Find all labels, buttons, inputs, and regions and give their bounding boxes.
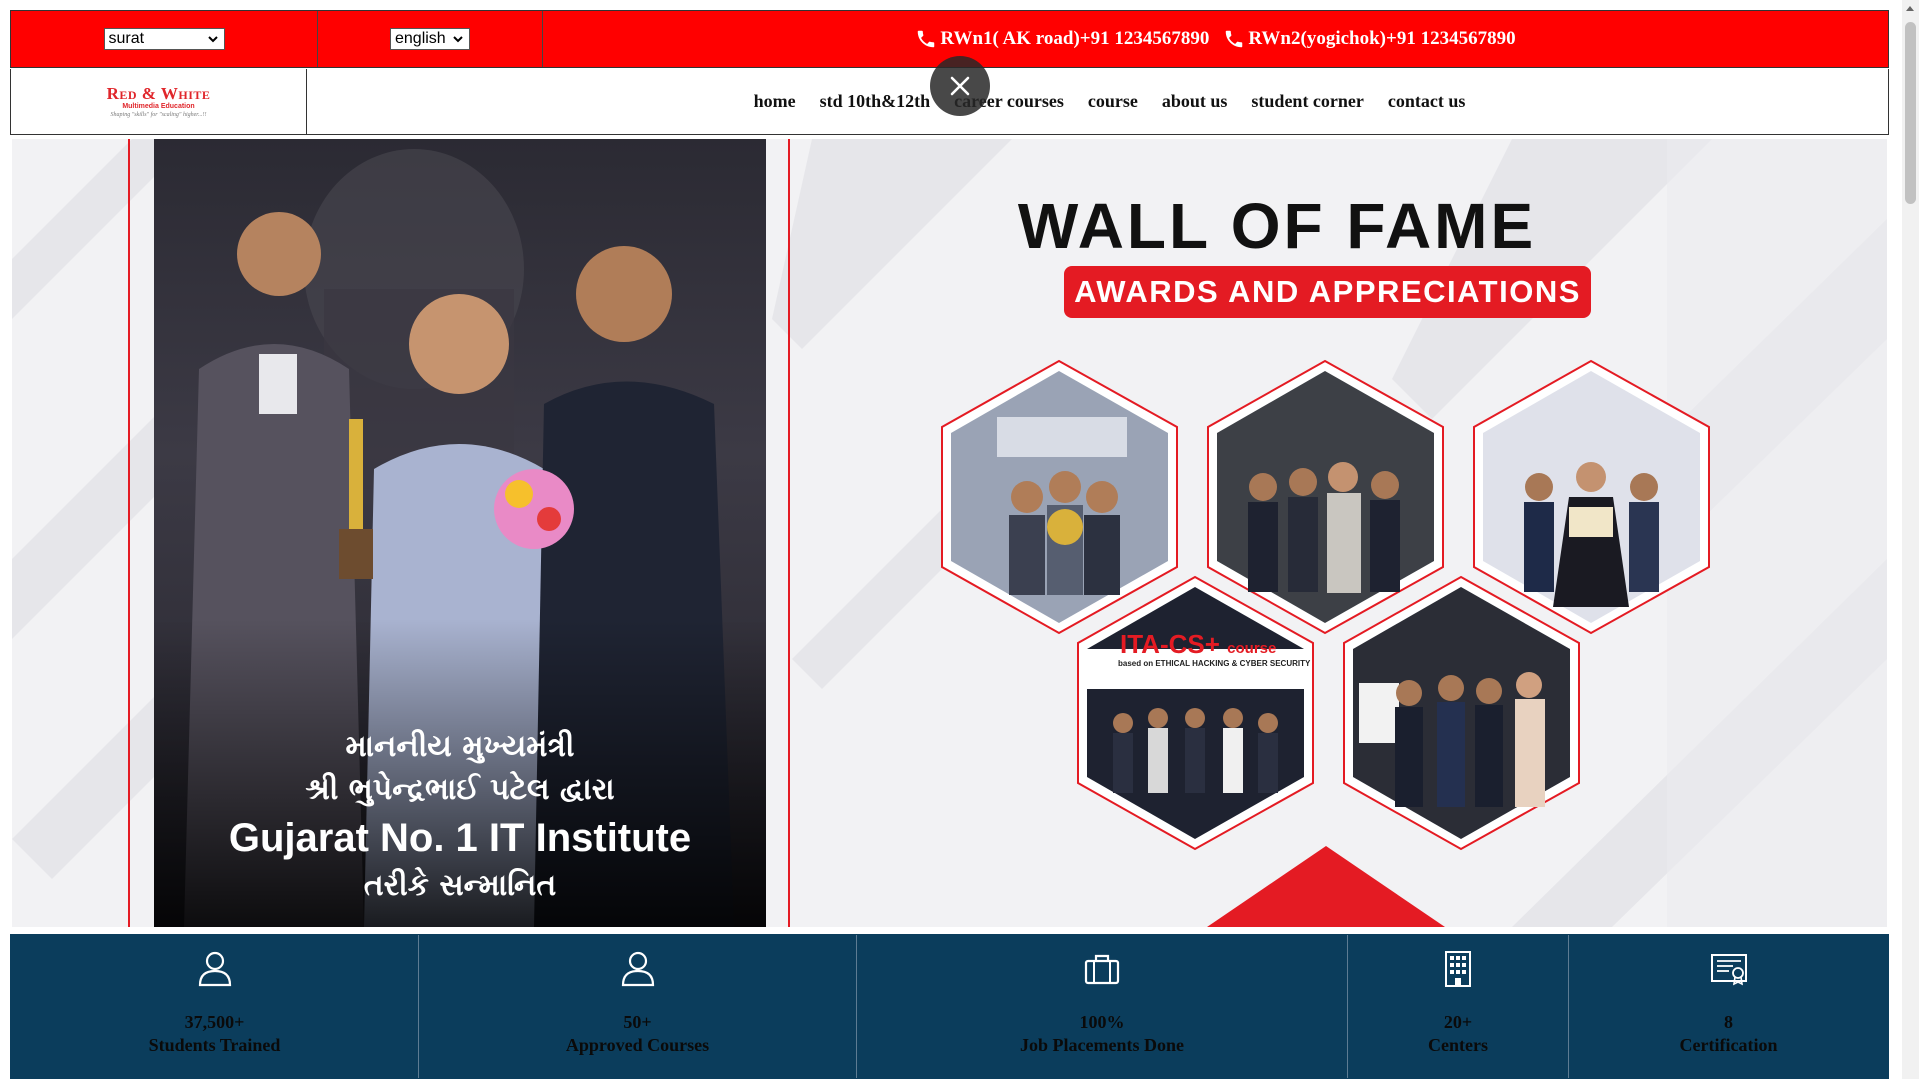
- stat-value: 37,500+: [184, 1012, 245, 1032]
- nav-item-about-us[interactable]: about us: [1162, 91, 1228, 112]
- brand-logo[interactable]: Red & White Multimedia Education Shaping…: [107, 85, 211, 118]
- stat-value: 100%: [1079, 1012, 1125, 1032]
- red-triangle-decoration: [1207, 846, 1445, 927]
- stat-students-trained: 37,500+ Students Trained: [11, 935, 419, 1078]
- wall-of-fame-title: WALL OF FAME: [1017, 190, 1537, 262]
- logo-name: Red & White: [106, 84, 211, 103]
- logo-cell: Red & White Multimedia Education Shaping…: [11, 69, 307, 134]
- chevron-down-icon: [453, 36, 463, 43]
- phone-numbers: RWn1( AK road)+91 1234567890 RWn2(yogich…: [543, 11, 1888, 67]
- user-icon: [621, 951, 654, 987]
- user-icon: [198, 951, 231, 987]
- scrollbar-thumb[interactable]: [1905, 22, 1916, 204]
- award-caption: માનનીય મુખ્યમંત્રી શ્રી ભુપેન્દ્રભાઈ પટે…: [154, 725, 766, 908]
- logo-tagline: Shaping "skills" for "scaling" higher...…: [110, 112, 207, 118]
- caption-line-2: શ્રી ભુપેન્દ્રભાઈ પટેલ દ્વારા: [305, 772, 615, 807]
- stats-strip: 37,500+ Students Trained 50+ Approved Co…: [10, 934, 1889, 1079]
- nav-item-home[interactable]: home: [754, 91, 796, 112]
- page: surat english RWn1( AK road)+91 12345678…: [0, 0, 1919, 1079]
- page-scrollbar[interactable]: [1902, 0, 1919, 1079]
- stat-label: Certification: [1679, 1034, 1778, 1055]
- stat-label: Job Placements Done: [1020, 1034, 1184, 1055]
- hexagon-photo-5: [1343, 575, 1580, 851]
- hero-banner[interactable]: માનનીય મુખ્યમંત્રી શ્રી ભુપેન્દ્રભાઈ પટે…: [12, 139, 1887, 927]
- phone-text-2: RWn2(yogichok)+91 1234567890: [1248, 28, 1516, 49]
- stat-value: 8: [1724, 1012, 1733, 1032]
- hexagon-photo-4: [1077, 575, 1314, 851]
- caption-line-3: Gujarat No. 1 IT Institute: [228, 815, 692, 860]
- nav-item-std-10th-12th[interactable]: std 10th&12th: [820, 91, 931, 112]
- scroll-up-arrow[interactable]: [1906, 6, 1914, 11]
- course-name: ITA-CS+: [1120, 629, 1220, 659]
- awards-subtitle: AWARDS AND APPRECIATIONS: [1064, 266, 1591, 318]
- caption-line-1: માનનીય મુખ્યમંત્રી: [345, 728, 575, 764]
- building-icon: [1445, 951, 1471, 987]
- stat-job-placements: 100% Job Placements Done: [857, 935, 1348, 1078]
- stat-value: 20+: [1443, 1012, 1473, 1032]
- language-select-value: english: [395, 30, 446, 47]
- nav-menu: home std 10th&12th career courses course…: [307, 69, 1888, 134]
- certificate-icon: [1710, 954, 1747, 986]
- stat-certification: 8 Certification: [1569, 935, 1888, 1078]
- nav-item-course[interactable]: course: [1088, 91, 1138, 112]
- stat-centers: 20+ Centers: [1348, 935, 1569, 1078]
- city-select-cell: surat: [11, 11, 318, 67]
- phone-entry-2[interactable]: RWn2(yogichok)+91 1234567890: [1223, 28, 1516, 50]
- red-divider-line: [128, 139, 130, 927]
- city-select[interactable]: surat: [103, 28, 225, 50]
- briefcase-icon: [1084, 954, 1120, 985]
- phone-text-1: RWn1( AK road)+91 1234567890: [940, 28, 1210, 49]
- stat-label: Approved Courses: [565, 1034, 710, 1055]
- logo-subtitle: Multimedia Education: [122, 103, 195, 110]
- course-suffix: course: [1227, 640, 1277, 657]
- city-select-value: surat: [108, 30, 145, 47]
- stat-approved-courses: 50+ Approved Courses: [419, 935, 857, 1078]
- award-photo: માનનીય મુખ્યમંત્રી શ્રી ભુપેન્દ્રભાઈ પટે…: [154, 139, 766, 927]
- nav-item-student-corner[interactable]: student corner: [1251, 91, 1363, 112]
- stat-value: 50+: [623, 1012, 652, 1032]
- stat-label: Students Trained: [148, 1034, 281, 1055]
- phone-icon: [918, 30, 935, 48]
- caption-line-4: તરીકે સન્માનિત: [363, 867, 557, 903]
- chevron-down-icon: [207, 36, 218, 43]
- close-icon: [950, 76, 970, 96]
- red-divider-line: [788, 139, 790, 927]
- close-button[interactable]: [930, 56, 990, 116]
- language-select-cell: english: [318, 11, 543, 67]
- hexagon-course-sublabel: based on ETHICAL HACKING & CYBER SECURIT…: [1118, 659, 1311, 668]
- phone-entry-1[interactable]: RWn1( AK road)+91 1234567890: [915, 28, 1209, 50]
- stat-label: Centers: [1428, 1034, 1488, 1055]
- language-select[interactable]: english: [390, 28, 470, 50]
- phone-icon: [1226, 30, 1243, 48]
- nav-item-contact-us[interactable]: contact us: [1388, 91, 1466, 112]
- hexagon-course-label: ITA-CS+ course: [1120, 629, 1276, 660]
